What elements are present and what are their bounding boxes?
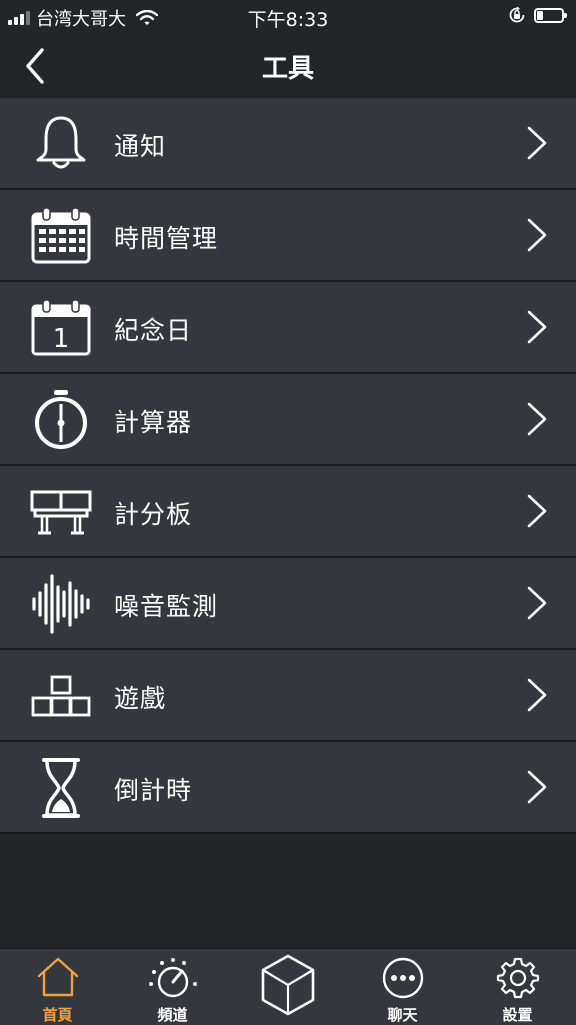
bottom-tab-bar: 首頁 頻道 聊天 設置 <box>0 948 576 1025</box>
status-time: 下午8:33 <box>247 9 329 31</box>
menu-item-games[interactable]: 遊戲 <box>0 650 576 742</box>
chevron-right-icon <box>527 218 547 252</box>
menu-item-label: 紀念日 <box>114 316 193 345</box>
menu-item-label: 計算器 <box>114 408 193 437</box>
menu-item-label: 遊戲 <box>114 684 167 713</box>
menu-item-time-management[interactable]: 時間管理 <box>0 190 576 282</box>
status-right <box>508 6 567 24</box>
menu-item-scoreboard[interactable]: 計分板 <box>0 466 576 558</box>
tab-label: 頻道 <box>157 1006 188 1024</box>
chevron-right-icon <box>527 494 547 528</box>
tab-channels[interactable]: 頻道 <box>115 949 230 1025</box>
menu-item-label: 時間管理 <box>114 224 219 253</box>
chevron-right-icon <box>527 126 547 160</box>
menu-item-label: 通知 <box>114 132 167 161</box>
status-bar: 台湾大哥大 下午8:33 <box>0 0 576 34</box>
calendar-day-number: 1 <box>53 324 70 354</box>
chevron-left-icon <box>26 48 44 84</box>
bell-icon <box>30 113 92 175</box>
chevron-right-icon <box>527 310 547 344</box>
home-icon <box>37 957 78 997</box>
orientation-lock-icon <box>509 6 525 23</box>
calendar-day-icon: 1 <box>30 297 92 359</box>
gear-icon <box>496 957 539 999</box>
calendar-grid-icon <box>30 205 92 267</box>
chevron-right-icon <box>527 586 547 620</box>
hourglass-icon <box>30 757 92 819</box>
menu-item-label: 計分板 <box>114 500 193 529</box>
blocks-icon <box>30 665 92 727</box>
stopwatch-icon <box>30 389 92 451</box>
back-button[interactable] <box>22 48 52 84</box>
menu-item-label: 倒計時 <box>114 776 193 805</box>
menu-item-notification[interactable]: 通知 <box>0 98 576 190</box>
tools-menu: 通知 時間管理 1 紀念日 計算器 計分板 噪音監測 遊戲 倒計時 <box>0 98 576 834</box>
battery-level <box>537 10 543 20</box>
tab-label: 設置 <box>502 1006 533 1024</box>
menu-item-calculator[interactable]: 計算器 <box>0 374 576 466</box>
menu-item-label: 噪音監測 <box>114 592 219 621</box>
menu-item-noise-monitor[interactable]: 噪音監測 <box>0 558 576 650</box>
chat-bubble-icon <box>382 957 423 999</box>
battery-icon <box>534 7 567 23</box>
cube-icon <box>261 954 314 1016</box>
tab-home[interactable]: 首頁 <box>0 949 115 1025</box>
tab-label: 聊天 <box>387 1006 418 1024</box>
tab-settings[interactable]: 設置 <box>460 949 575 1025</box>
channel-dial-icon <box>148 958 197 998</box>
tab-label: 首頁 <box>42 1006 73 1024</box>
menu-item-countdown[interactable]: 倒計時 <box>0 742 576 834</box>
scoreboard-icon <box>30 481 92 543</box>
sound-wave-icon <box>30 573 92 635</box>
chevron-right-icon <box>527 402 547 436</box>
tab-chat[interactable]: 聊天 <box>345 949 460 1025</box>
chevron-right-icon <box>527 770 547 804</box>
menu-item-anniversary[interactable]: 1 紀念日 <box>0 282 576 374</box>
navigation-bar: 工具 <box>0 34 576 98</box>
tab-center-cube[interactable] <box>230 949 345 1025</box>
page-title: 工具 <box>261 54 314 84</box>
chevron-right-icon <box>527 678 547 712</box>
